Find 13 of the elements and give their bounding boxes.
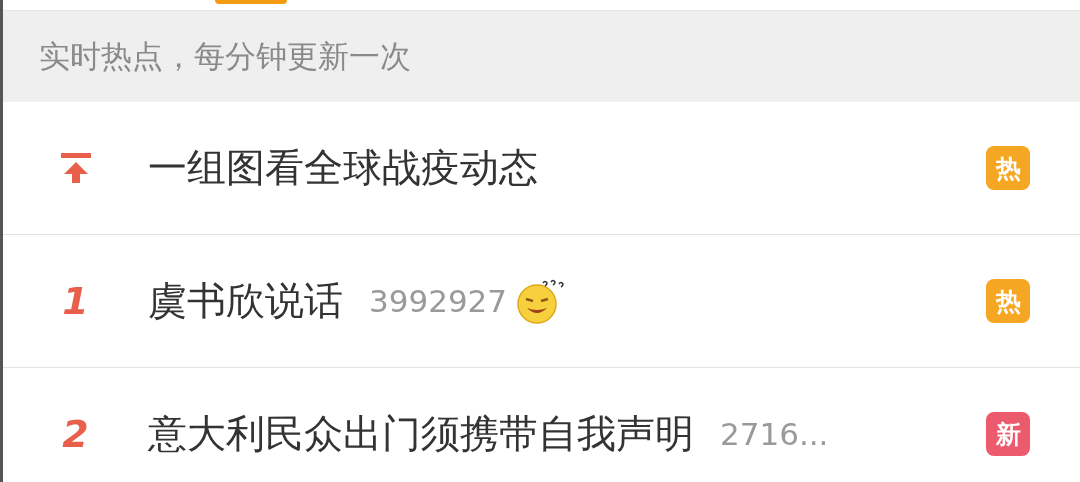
pin-to-top-icon <box>58 151 93 185</box>
topic-title: 虞书欣说话 <box>148 277 343 325</box>
hot-badge: 热 <box>986 279 1030 323</box>
view-count: 2716... <box>720 416 829 452</box>
view-count: 3992927 <box>369 283 508 319</box>
topic-title: 意大利民众出门须携带自我声明 <box>148 410 694 458</box>
topic-title: 一组图看全球战疫动态 <box>148 144 538 192</box>
hot-badge: 热 <box>986 146 1030 190</box>
header-text: 实时热点，每分钟更新一次 <box>39 36 411 76</box>
rank-number: 1 <box>62 279 89 323</box>
hot-badge: 新 <box>986 412 1030 456</box>
rank-number: 2 <box>62 412 89 456</box>
tab-indicator <box>215 0 287 4</box>
